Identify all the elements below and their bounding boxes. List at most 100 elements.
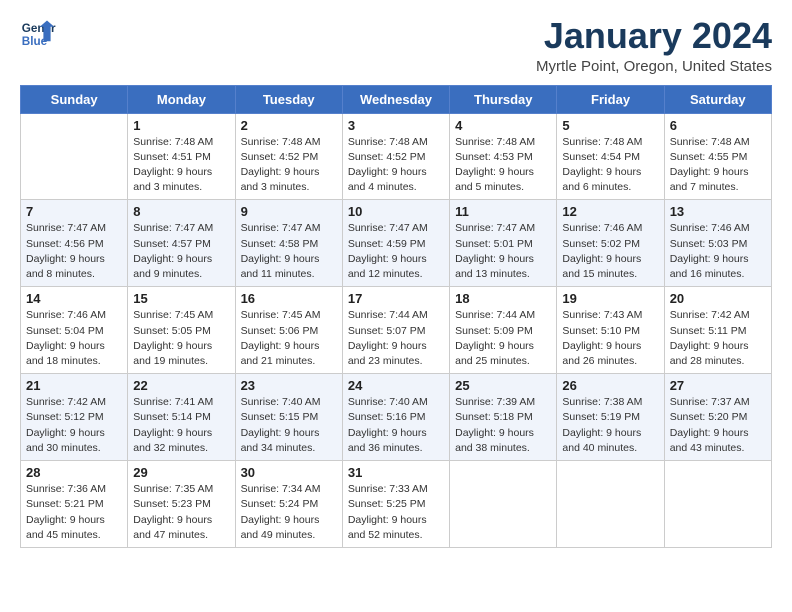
calendar-cell: 19 Sunrise: 7:43 AMSunset: 5:10 PMDayligh… <box>557 287 664 374</box>
day-info: Sunrise: 7:48 AMSunset: 4:52 PMDaylight:… <box>241 135 337 196</box>
calendar-cell <box>21 113 128 200</box>
calendar-cell: 18Sunrise: 7:44 AMSunset: 5:09 PMDayligh… <box>450 287 557 374</box>
day-number: 19 <box>562 291 658 306</box>
logo-icon: General Blue <box>20 16 56 52</box>
calendar-cell: 15 Sunrise: 7:45 AMSunset: 5:05 PMDayligh… <box>128 287 235 374</box>
day-number: 15 <box>133 291 229 306</box>
day-number: 20 <box>670 291 766 306</box>
day-info: Sunrise: 7:45 AMSunset: 5:06 PMDaylight:… <box>241 308 337 369</box>
day-header-wednesday: Wednesday <box>342 85 449 113</box>
day-number: 17 <box>348 291 444 306</box>
day-number: 12 <box>562 204 658 219</box>
day-headers-row: SundayMondayTuesdayWednesdayThursdayFrid… <box>21 85 772 113</box>
day-info: Sunrise: 7:41 AMSunset: 5:14 PMDaylight:… <box>133 395 229 456</box>
day-number: 18 <box>455 291 551 306</box>
day-number: 3 <box>348 118 444 133</box>
day-header-monday: Monday <box>128 85 235 113</box>
calendar-cell <box>557 461 664 548</box>
day-info: Sunrise: 7:44 AMSunset: 5:07 PMDaylight:… <box>348 308 444 369</box>
calendar-cell: 23 Sunrise: 7:40 AMSunset: 5:15 PMDayligh… <box>235 374 342 461</box>
calendar-cell: 1 Sunrise: 7:48 AMSunset: 4:51 PMDaylight… <box>128 113 235 200</box>
calendar-cell <box>664 461 771 548</box>
calendar-table: SundayMondayTuesdayWednesdayThursdayFrid… <box>20 85 772 548</box>
day-info: Sunrise: 7:45 AMSunset: 5:05 PMDaylight:… <box>133 308 229 369</box>
day-number: 30 <box>241 465 337 480</box>
day-info: Sunrise: 7:48 AMSunset: 4:51 PMDaylight:… <box>133 135 229 196</box>
day-info: Sunrise: 7:40 AMSunset: 5:16 PMDaylight:… <box>348 395 444 456</box>
day-info: Sunrise: 7:47 AMSunset: 4:58 PMDaylight:… <box>241 221 337 282</box>
day-number: 7 <box>26 204 122 219</box>
day-header-tuesday: Tuesday <box>235 85 342 113</box>
day-number: 31 <box>348 465 444 480</box>
week-row-4: 21 Sunrise: 7:42 AMSunset: 5:12 PMDayligh… <box>21 374 772 461</box>
day-number: 27 <box>670 378 766 393</box>
calendar-cell: 25 Sunrise: 7:39 AMSunset: 5:18 PMDayligh… <box>450 374 557 461</box>
day-number: 10 <box>348 204 444 219</box>
calendar-cell: 11 Sunrise: 7:47 AMSunset: 5:01 PMDayligh… <box>450 200 557 287</box>
page-header: General Blue January 2024 Myrtle Point, … <box>20 16 772 75</box>
calendar-cell: 9 Sunrise: 7:47 AMSunset: 4:58 PMDaylight… <box>235 200 342 287</box>
calendar-cell: 10 Sunrise: 7:47 AMSunset: 4:59 PMDayligh… <box>342 200 449 287</box>
calendar-cell: 5 Sunrise: 7:48 AMSunset: 4:54 PMDaylight… <box>557 113 664 200</box>
day-number: 8 <box>133 204 229 219</box>
calendar-cell: 4Sunrise: 7:48 AMSunset: 4:53 PMDaylight… <box>450 113 557 200</box>
day-info: Sunrise: 7:48 AMSunset: 4:52 PMDaylight:… <box>348 135 444 196</box>
calendar-cell: 3 Sunrise: 7:48 AMSunset: 4:52 PMDaylight… <box>342 113 449 200</box>
calendar-cell <box>450 461 557 548</box>
day-info: Sunrise: 7:33 AMSunset: 5:25 PMDaylight:… <box>348 482 444 543</box>
day-info: Sunrise: 7:47 AMSunset: 4:56 PMDaylight:… <box>26 221 122 282</box>
day-number: 24 <box>348 378 444 393</box>
day-number: 21 <box>26 378 122 393</box>
day-info: Sunrise: 7:39 AMSunset: 5:18 PMDaylight:… <box>455 395 551 456</box>
day-header-thursday: Thursday <box>450 85 557 113</box>
day-info: Sunrise: 7:47 AMSunset: 4:57 PMDaylight:… <box>133 221 229 282</box>
logo: General Blue <box>20 16 56 52</box>
day-number: 28 <box>26 465 122 480</box>
day-header-friday: Friday <box>557 85 664 113</box>
day-number: 23 <box>241 378 337 393</box>
calendar-cell: 29 Sunrise: 7:35 AMSunset: 5:23 PMDayligh… <box>128 461 235 548</box>
calendar-cell: 26Sunrise: 7:38 AMSunset: 5:19 PMDayligh… <box>557 374 664 461</box>
calendar-cell: 7 Sunrise: 7:47 AMSunset: 4:56 PMDaylight… <box>21 200 128 287</box>
day-number: 16 <box>241 291 337 306</box>
calendar-cell: 12Sunrise: 7:46 AMSunset: 5:02 PMDayligh… <box>557 200 664 287</box>
title-block: January 2024 Myrtle Point, Oregon, Unite… <box>536 16 772 75</box>
day-info: Sunrise: 7:42 AMSunset: 5:12 PMDaylight:… <box>26 395 122 456</box>
calendar-title: January 2024 <box>536 16 772 56</box>
calendar-cell: 22 Sunrise: 7:41 AMSunset: 5:14 PMDayligh… <box>128 374 235 461</box>
day-info: Sunrise: 7:48 AMSunset: 4:54 PMDaylight:… <box>562 135 658 196</box>
calendar-cell: 16 Sunrise: 7:45 AMSunset: 5:06 PMDayligh… <box>235 287 342 374</box>
day-number: 1 <box>133 118 229 133</box>
calendar-cell: 30Sunrise: 7:34 AMSunset: 5:24 PMDayligh… <box>235 461 342 548</box>
day-info: Sunrise: 7:48 AMSunset: 4:55 PMDaylight:… <box>670 135 766 196</box>
day-info: Sunrise: 7:46 AMSunset: 5:03 PMDaylight:… <box>670 221 766 282</box>
day-header-sunday: Sunday <box>21 85 128 113</box>
calendar-cell: 27Sunrise: 7:37 AMSunset: 5:20 PMDayligh… <box>664 374 771 461</box>
day-number: 22 <box>133 378 229 393</box>
calendar-cell: 13Sunrise: 7:46 AMSunset: 5:03 PMDayligh… <box>664 200 771 287</box>
day-number: 9 <box>241 204 337 219</box>
day-number: 29 <box>133 465 229 480</box>
day-info: Sunrise: 7:47 AMSunset: 5:01 PMDaylight:… <box>455 221 551 282</box>
calendar-cell: 17 Sunrise: 7:44 AMSunset: 5:07 PMDayligh… <box>342 287 449 374</box>
day-info: Sunrise: 7:35 AMSunset: 5:23 PMDaylight:… <box>133 482 229 543</box>
week-row-2: 7 Sunrise: 7:47 AMSunset: 4:56 PMDaylight… <box>21 200 772 287</box>
day-number: 25 <box>455 378 551 393</box>
week-row-5: 28Sunrise: 7:36 AMSunset: 5:21 PMDayligh… <box>21 461 772 548</box>
day-info: Sunrise: 7:38 AMSunset: 5:19 PMDaylight:… <box>562 395 658 456</box>
calendar-cell: 20 Sunrise: 7:42 AMSunset: 5:11 PMDayligh… <box>664 287 771 374</box>
day-header-saturday: Saturday <box>664 85 771 113</box>
day-number: 5 <box>562 118 658 133</box>
calendar-cell: 6 Sunrise: 7:48 AMSunset: 4:55 PMDaylight… <box>664 113 771 200</box>
day-info: Sunrise: 7:40 AMSunset: 5:15 PMDaylight:… <box>241 395 337 456</box>
calendar-cell: 14Sunrise: 7:46 AMSunset: 5:04 PMDayligh… <box>21 287 128 374</box>
day-info: Sunrise: 7:47 AMSunset: 4:59 PMDaylight:… <box>348 221 444 282</box>
day-number: 14 <box>26 291 122 306</box>
calendar-cell: 24 Sunrise: 7:40 AMSunset: 5:16 PMDayligh… <box>342 374 449 461</box>
day-number: 4 <box>455 118 551 133</box>
calendar-cell: 28Sunrise: 7:36 AMSunset: 5:21 PMDayligh… <box>21 461 128 548</box>
day-number: 6 <box>670 118 766 133</box>
day-info: Sunrise: 7:42 AMSunset: 5:11 PMDaylight:… <box>670 308 766 369</box>
day-info: Sunrise: 7:43 AMSunset: 5:10 PMDaylight:… <box>562 308 658 369</box>
day-number: 11 <box>455 204 551 219</box>
